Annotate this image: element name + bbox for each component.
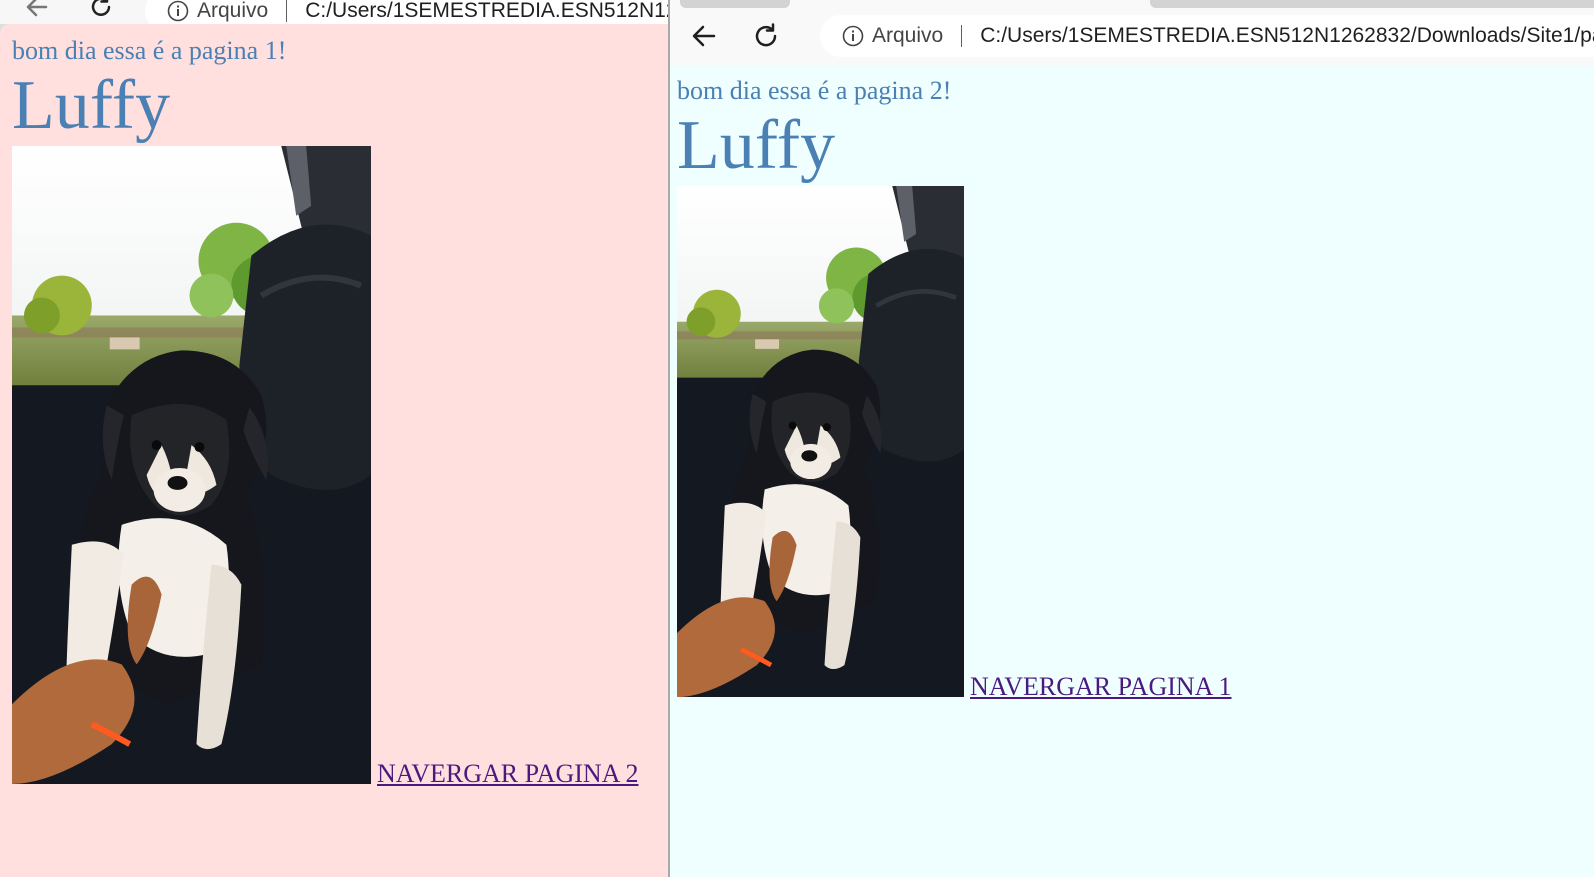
- browser-toolbar: Arquivo C:/Users/1SEMESTREDIA.ESN512N126…: [0, 0, 670, 32]
- browser-tab[interactable]: [680, 0, 790, 8]
- page-content: bom dia essa é a pagina 2! Luffy NAVERGA…: [677, 76, 1232, 700]
- back-button[interactable]: [20, 0, 54, 24]
- browser-tab[interactable]: [1150, 0, 1594, 8]
- address-bar[interactable]: Arquivo C:/Users/1SEMESTREDIA.ESN512N126…: [820, 15, 1594, 57]
- browser-window-left: Arquivo C:/Users/1SEMESTREDIA.ESN512N126…: [0, 0, 670, 877]
- page-viewport: bom dia essa é a pagina 2! Luffy NAVERGA…: [670, 66, 1594, 877]
- reload-button[interactable]: [84, 0, 118, 24]
- reload-icon: [755, 23, 777, 47]
- back-arrow-icon: [26, 0, 48, 17]
- navigate-page-1-link[interactable]: NAVERGAR PAGINA 1: [970, 674, 1232, 700]
- navigate-page-2-link[interactable]: NAVERGAR PAGINA 2: [377, 761, 639, 787]
- photo-row: NAVERGAR PAGINA 2: [12, 146, 639, 787]
- site-info-chip-label: Arquivo: [197, 0, 269, 22]
- reload-icon: [91, 0, 111, 16]
- puppy-photo: [12, 146, 371, 784]
- browser-window-right: Arquivo C:/Users/1SEMESTREDIA.ESN512N126…: [670, 0, 1594, 877]
- back-arrow-icon: [692, 25, 716, 47]
- reload-button[interactable]: [749, 19, 783, 53]
- address-url: C:/Users/1SEMESTREDIA.ESN512N1262832/Dow…: [305, 0, 670, 22]
- page-content: bom dia essa é a pagina 1! Luffy NAVERGA…: [12, 36, 639, 787]
- site-info-chip-label: Arquivo: [872, 24, 944, 47]
- photo-row: NAVERGAR PAGINA 1: [677, 186, 1232, 700]
- page-title: Luffy: [677, 107, 836, 184]
- address-separator: [961, 25, 963, 47]
- back-button[interactable]: [687, 19, 721, 53]
- puppy-photo: [677, 186, 964, 697]
- address-separator: [286, 0, 288, 22]
- info-icon: [167, 0, 189, 22]
- page-greeting: bom dia essa é a pagina 1!: [12, 36, 287, 65]
- info-icon: [842, 25, 864, 47]
- browser-toolbar: Arquivo C:/Users/1SEMESTREDIA.ESN512N126…: [670, 0, 1594, 66]
- page-title: Luffy: [12, 67, 171, 144]
- page-viewport: bom dia essa é a pagina 1! Luffy NAVERGA…: [0, 24, 670, 877]
- address-url: C:/Users/1SEMESTREDIA.ESN512N1262832/Dow…: [980, 24, 1594, 47]
- page-greeting: bom dia essa é a pagina 2!: [677, 76, 952, 105]
